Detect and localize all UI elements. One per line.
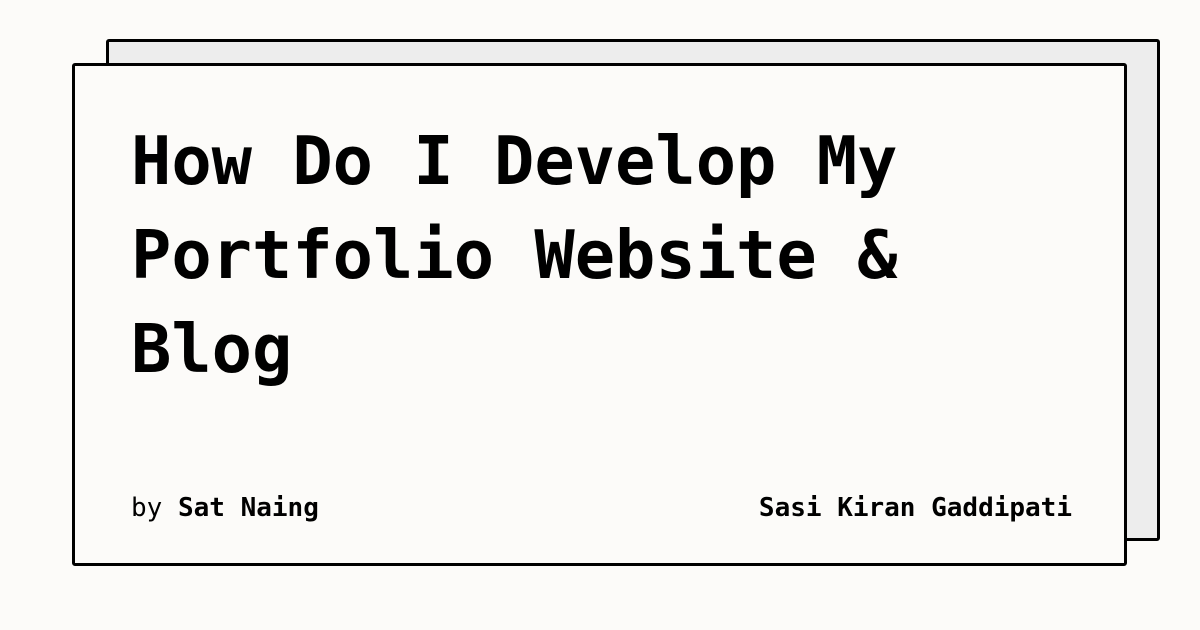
author-name: Sat Naing xyxy=(177,493,319,523)
post-title: How Do I Develop My Portfolio Website & … xyxy=(131,122,898,388)
byline: by Sat Naing xyxy=(131,491,319,525)
og-card: How Do I Develop My Portfolio Website & … xyxy=(72,63,1127,566)
site-name: Sasi Kiran Gaddipati xyxy=(758,493,1072,523)
byline-prefix: by xyxy=(131,493,163,523)
